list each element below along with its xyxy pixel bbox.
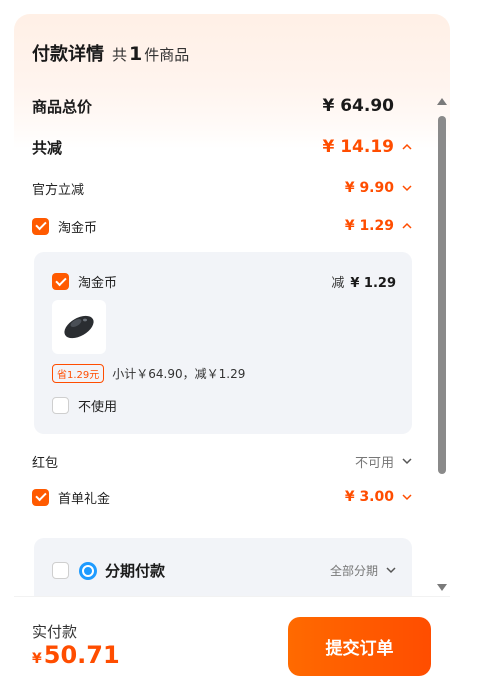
item-count: 1 — [129, 43, 143, 65]
red-packet-status: 不可用 — [355, 452, 412, 471]
first-order-checkbox[interactable] — [32, 488, 49, 506]
chevron-down-icon — [386, 564, 396, 577]
installment-option[interactable]: 全部分期 — [330, 562, 396, 579]
chevron-down-icon[interactable] — [402, 455, 412, 468]
first-order-amount: ¥ 3.00 — [345, 489, 412, 505]
installment-option-text: 全部分期 — [329, 564, 378, 578]
item-count-suffix: 件商品 — [144, 46, 190, 64]
scrollbar[interactable] — [437, 98, 447, 596]
coins-detail-header: 淘金币 减 ¥ 1.29 — [52, 272, 396, 291]
scroll-down-arrow-icon[interactable] — [437, 584, 447, 591]
installment-icon — [79, 561, 97, 580]
coins-item-label: 淘金币 — [78, 276, 118, 291]
coins-value: ¥ 1.29 — [344, 218, 394, 234]
chevron-up-icon[interactable] — [402, 141, 412, 154]
first-order-row[interactable]: 首单礼金 ¥ 3.00 — [32, 485, 412, 509]
installment-label: 分期付款 — [105, 562, 166, 580]
first-order-label: 首单礼金 — [58, 491, 111, 507]
page-title: 付款详情 — [32, 44, 104, 65]
item-count-prefix: 共 — [112, 46, 128, 64]
official-discount-row[interactable]: 官方立减 ¥ 9.90 — [32, 176, 412, 200]
chevron-down-icon[interactable] — [402, 182, 412, 195]
coins-label: 淘金币 — [58, 220, 98, 236]
total-price-label: 商品总价 — [32, 97, 93, 116]
red-packet-row[interactable]: 红包 不可用 — [32, 449, 412, 473]
payment-details-content: 付款详情 共 1 件商品 商品总价 ¥ 64.90 ˄ 共减 ¥ 14.19 官… — [14, 14, 450, 596]
chevron-down-icon[interactable] — [402, 491, 412, 504]
official-discount-label: 官方立减 — [32, 182, 85, 198]
currency-symbol: ¥ — [32, 651, 42, 667]
pay-amount: ¥ 50.71 — [32, 641, 120, 669]
coins-item-reduce: 减 ¥ 1.29 — [331, 272, 396, 291]
total-price-row: 商品总价 ¥ 64.90 ˄ — [32, 94, 412, 118]
subtotal-text: 小计￥64.90，减￥1.29 — [112, 367, 246, 381]
total-price-amount: ¥ 64.90 ˄ — [322, 96, 412, 116]
official-discount-value: ¥ 9.90 — [344, 180, 394, 196]
scroll-up-arrow-icon[interactable] — [437, 98, 447, 105]
coins-item-checkbox[interactable] — [52, 273, 69, 290]
no-use-option[interactable]: 不使用 — [52, 396, 117, 415]
discount-value: ¥ 14.19 — [322, 137, 394, 157]
payment-details-card: 付款详情 共 1 件商品 商品总价 ¥ 64.90 ˄ 共减 ¥ 14.19 官… — [14, 14, 450, 691]
pay-amount-value: 50.71 — [43, 641, 120, 669]
save-badge: 省1.29元 — [52, 364, 105, 383]
coins-checkbox[interactable] — [32, 217, 49, 235]
chevron-up-icon[interactable] — [402, 220, 412, 233]
reduce-amount: ¥ 1.29 — [350, 276, 396, 291]
installment-checkbox[interactable] — [52, 562, 69, 579]
coins-detail-panel: 淘金币 减 ¥ 1.29 省1.29元 小计￥64.90，减￥1.29 不使用 — [34, 252, 412, 434]
header: 付款详情 共 1 件商品 — [32, 40, 189, 66]
product-thumbnail[interactable] — [52, 300, 106, 354]
installment-panel: 分期付款 全部分期 — [34, 538, 412, 596]
installment-row[interactable]: 分期付款 全部分期 — [52, 560, 396, 581]
discount-row[interactable]: 共减 ¥ 14.19 — [32, 135, 412, 159]
coins-row[interactable]: 淘金币 ¥ 1.29 — [32, 214, 412, 238]
official-discount-amount: ¥ 9.90 — [345, 180, 412, 196]
submit-order-button[interactable]: 提交订单 — [288, 617, 431, 676]
first-order-value: ¥ 3.00 — [344, 489, 394, 505]
discount-amount: ¥ 14.19 — [322, 137, 412, 157]
payment-footer: 实付款 ¥ 50.71 提交订单 — [14, 596, 450, 691]
red-packet-label: 红包 — [32, 455, 59, 471]
red-packet-status-text: 不可用 — [354, 455, 394, 471]
coins-subtotal-row: 省1.29元 小计￥64.90，减￥1.29 — [52, 364, 245, 383]
no-use-label: 不使用 — [78, 400, 118, 415]
scroll-thumb[interactable] — [438, 116, 446, 474]
mouse-image — [64, 315, 94, 339]
coins-amount: ¥ 1.29 — [345, 218, 412, 234]
reduce-prefix: 减 — [331, 276, 345, 291]
pay-label: 实付款 — [32, 623, 78, 641]
total-price-value: ¥ 64.90 — [322, 96, 394, 116]
no-use-checkbox[interactable] — [52, 397, 69, 414]
discount-label: 共减 — [32, 138, 63, 157]
